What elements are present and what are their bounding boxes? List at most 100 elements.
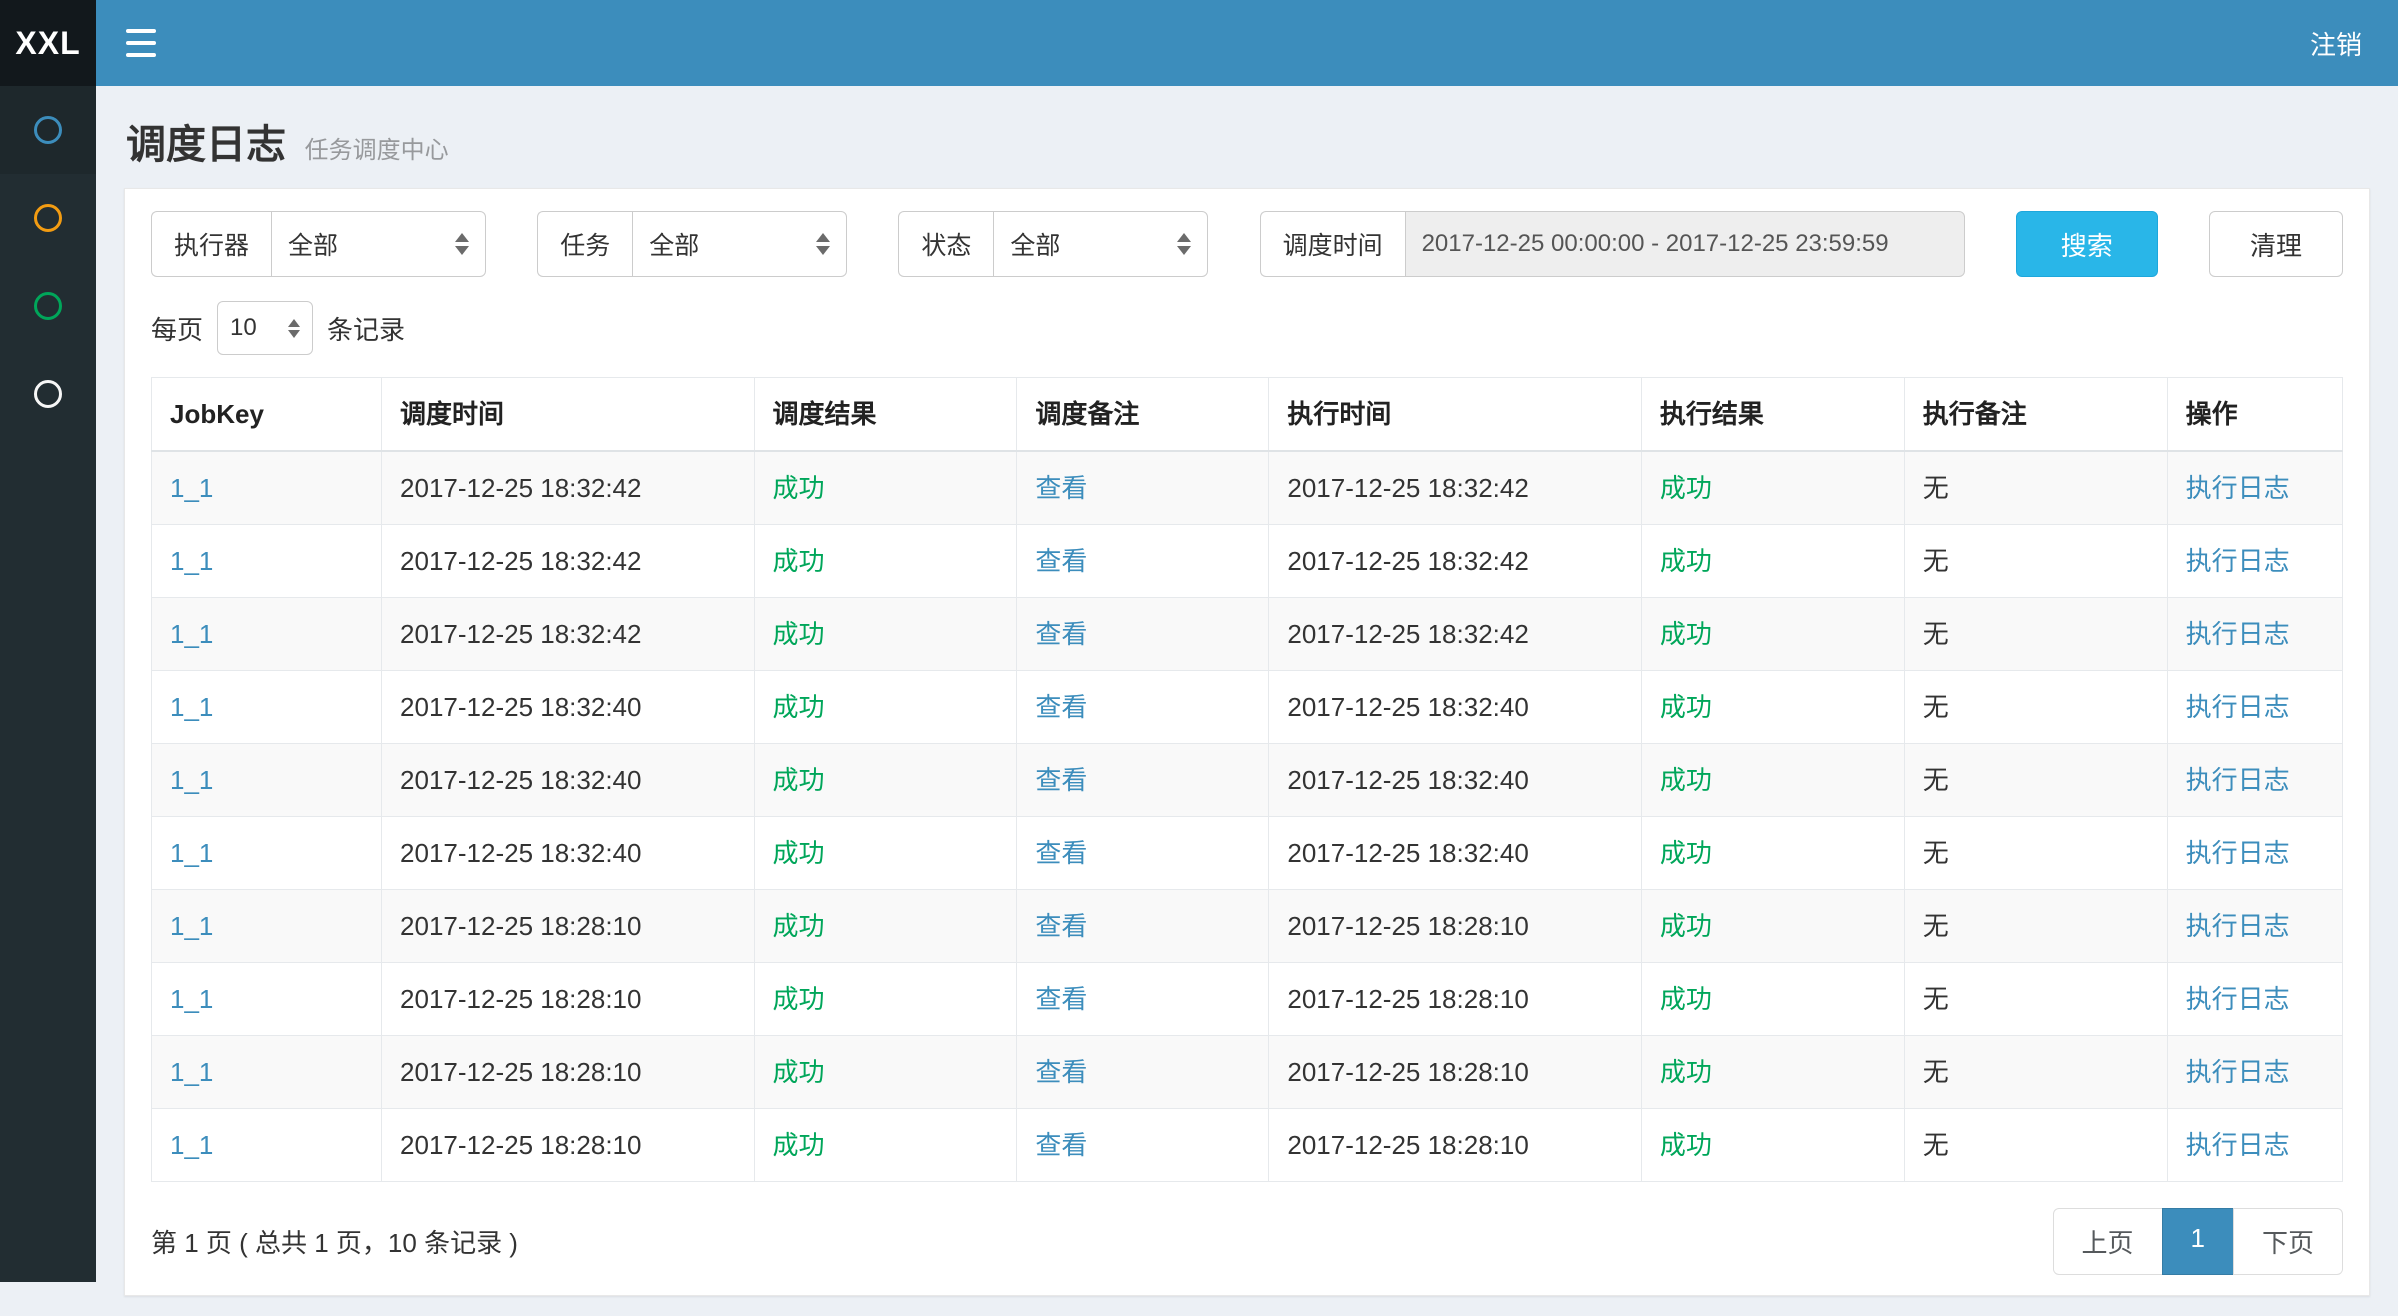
job-select[interactable]: 全部 [632, 211, 847, 277]
page-number-button[interactable]: 1 [2162, 1208, 2234, 1275]
execution-log-link-cell: 执行日志 [2167, 525, 2342, 598]
column-header-6: 执行备注 [1904, 378, 2167, 452]
page-size-select[interactable]: 10 [217, 301, 313, 355]
execution-log-link[interactable]: 执行日志 [2186, 765, 2290, 795]
trigger-time-range-value: 2017-12-25 00:00:00 - 2017-12-25 23:59:5… [1422, 230, 1889, 258]
jobkey-link[interactable]: 1_1 [170, 984, 213, 1014]
trigger-result: 成功 [754, 1036, 1017, 1109]
top-navbar: XXL 注销 [0, 0, 2398, 86]
jobkey-link[interactable]: 1_1 [170, 838, 213, 868]
sidebar-toggle-button[interactable] [96, 0, 186, 86]
execution-log-link[interactable]: 执行日志 [2186, 1057, 2290, 1087]
dispatch-log-table: JobKey调度时间调度结果调度备注执行时间执行结果执行备注操作 1_12017… [151, 377, 2343, 1182]
trigger-msg-link[interactable]: 查看 [1035, 1057, 1087, 1087]
search-button[interactable]: 搜索 [2016, 211, 2158, 277]
handle-msg: 无 [1904, 671, 2167, 744]
page-title: 调度日志 [126, 123, 286, 167]
handle-time: 2017-12-25 18:32:40 [1269, 671, 1641, 744]
trigger-msg-link[interactable]: 查看 [1035, 911, 1087, 941]
app-logo[interactable]: XXL [0, 0, 96, 86]
trigger-msg-link[interactable]: 查看 [1035, 619, 1087, 649]
log-box: 执行器 全部 任务 全部 状态 [124, 188, 2370, 1296]
handle-time: 2017-12-25 18:32:40 [1269, 817, 1641, 890]
execution-log-link[interactable]: 执行日志 [2186, 473, 2290, 503]
handle-msg: 无 [1904, 451, 2167, 525]
table-row: 1_12017-12-25 18:32:40成功查看2017-12-25 18:… [152, 671, 2343, 744]
trigger-msg-link-cell: 查看 [1017, 598, 1269, 671]
handle-msg: 无 [1904, 817, 2167, 890]
sidebar-item-3[interactable] [0, 262, 96, 350]
jobkey-link[interactable]: 1_1 [170, 1057, 213, 1087]
jobkey-link[interactable]: 1_1 [170, 546, 213, 576]
trigger-result: 成功 [754, 598, 1017, 671]
clear-button[interactable]: 清理 [2209, 211, 2343, 277]
execution-log-link[interactable]: 执行日志 [2186, 692, 2290, 722]
execution-log-link[interactable]: 执行日志 [2186, 1130, 2290, 1160]
status-select[interactable]: 全部 [993, 211, 1208, 277]
handle-msg: 无 [1904, 525, 2167, 598]
trigger-time: 2017-12-25 18:32:40 [382, 744, 754, 817]
page-subtitle: 任务调度中心 [305, 137, 449, 164]
handle-msg: 无 [1904, 598, 2167, 671]
trigger-time: 2017-12-25 18:32:40 [382, 671, 754, 744]
table-row: 1_12017-12-25 18:28:10成功查看2017-12-25 18:… [152, 963, 2343, 1036]
trigger-msg-link-cell: 查看 [1017, 890, 1269, 963]
handle-result: 成功 [1641, 1109, 1904, 1182]
jobkey-link-cell: 1_1 [152, 451, 382, 525]
circle-icon [34, 380, 62, 408]
jobkey-link-cell: 1_1 [152, 744, 382, 817]
handle-msg: 无 [1904, 963, 2167, 1036]
sidebar-item-1[interactable] [0, 86, 96, 174]
executor-select[interactable]: 全部 [271, 211, 486, 277]
job-filter-label: 任务 [537, 211, 632, 277]
next-page-button[interactable]: 下页 [2233, 1208, 2343, 1275]
trigger-msg-link[interactable]: 查看 [1035, 692, 1087, 722]
trigger-time: 2017-12-25 18:32:42 [382, 525, 754, 598]
trigger-time-filter: 调度时间 2017-12-25 00:00:00 - 2017-12-25 23… [1260, 211, 1965, 277]
prev-page-button[interactable]: 上页 [2053, 1208, 2163, 1275]
execution-log-link[interactable]: 执行日志 [2186, 984, 2290, 1014]
select-arrows-icon [441, 233, 469, 255]
trigger-msg-link[interactable]: 查看 [1035, 838, 1087, 868]
handle-time: 2017-12-25 18:28:10 [1269, 1109, 1641, 1182]
handle-result: 成功 [1641, 744, 1904, 817]
trigger-time-range-input[interactable]: 2017-12-25 00:00:00 - 2017-12-25 23:59:5… [1405, 211, 1965, 277]
execution-log-link-cell: 执行日志 [2167, 598, 2342, 671]
trigger-time: 2017-12-25 18:28:10 [382, 963, 754, 1036]
table-row: 1_12017-12-25 18:32:40成功查看2017-12-25 18:… [152, 744, 2343, 817]
handle-time: 2017-12-25 18:32:42 [1269, 451, 1641, 525]
length-menu-suffix: 条记录 [327, 310, 405, 347]
trigger-msg-link-cell: 查看 [1017, 744, 1269, 817]
jobkey-link[interactable]: 1_1 [170, 619, 213, 649]
handle-time: 2017-12-25 18:28:10 [1269, 963, 1641, 1036]
handle-result: 成功 [1641, 1036, 1904, 1109]
execution-log-link-cell: 执行日志 [2167, 963, 2342, 1036]
trigger-msg-link[interactable]: 查看 [1035, 546, 1087, 576]
circle-icon [34, 292, 62, 320]
trigger-msg-link[interactable]: 查看 [1035, 765, 1087, 795]
jobkey-link[interactable]: 1_1 [170, 765, 213, 795]
handle-msg: 无 [1904, 890, 2167, 963]
table-body: 1_12017-12-25 18:32:42成功查看2017-12-25 18:… [152, 451, 2343, 1182]
handle-time: 2017-12-25 18:32:40 [1269, 744, 1641, 817]
trigger-msg-link[interactable]: 查看 [1035, 473, 1087, 503]
trigger-msg-link-cell: 查看 [1017, 525, 1269, 598]
jobkey-link[interactable]: 1_1 [170, 911, 213, 941]
jobkey-link[interactable]: 1_1 [170, 1130, 213, 1160]
trigger-msg-link-cell: 查看 [1017, 817, 1269, 890]
trigger-msg-link[interactable]: 查看 [1035, 1130, 1087, 1160]
column-header-3: 调度备注 [1017, 378, 1269, 452]
sidebar-item-4[interactable] [0, 350, 96, 438]
execution-log-link[interactable]: 执行日志 [2186, 546, 2290, 576]
jobkey-link[interactable]: 1_1 [170, 692, 213, 722]
jobkey-link[interactable]: 1_1 [170, 473, 213, 503]
trigger-msg-link-cell: 查看 [1017, 1036, 1269, 1109]
execution-log-link[interactable]: 执行日志 [2186, 619, 2290, 649]
logout-link[interactable]: 注销 [2310, 25, 2362, 62]
trigger-result: 成功 [754, 525, 1017, 598]
sidebar-item-2[interactable] [0, 174, 96, 262]
execution-log-link[interactable]: 执行日志 [2186, 838, 2290, 868]
jobkey-link-cell: 1_1 [152, 671, 382, 744]
execution-log-link[interactable]: 执行日志 [2186, 911, 2290, 941]
trigger-msg-link[interactable]: 查看 [1035, 984, 1087, 1014]
